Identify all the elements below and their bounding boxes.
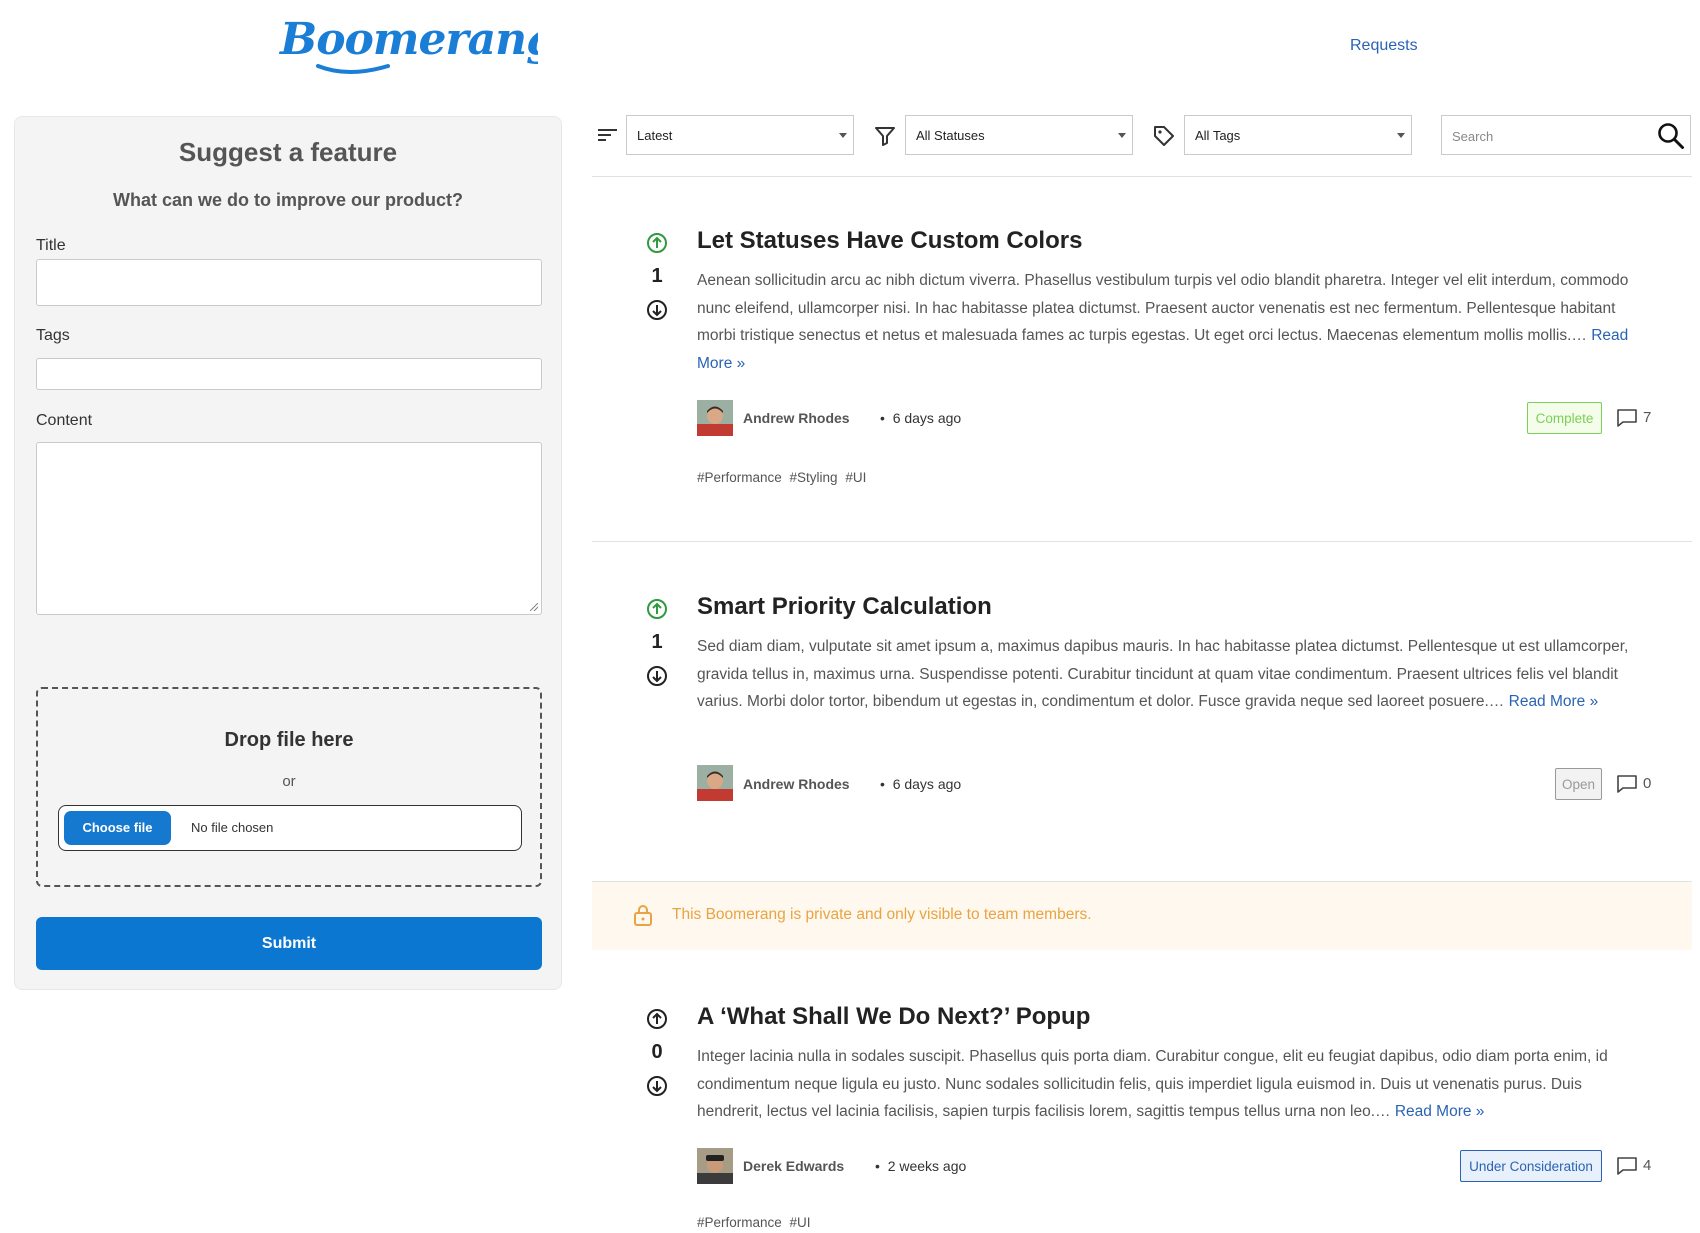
svg-text:Boomerang: Boomerang (278, 14, 538, 65)
downvote-icon[interactable] (646, 1075, 668, 1097)
post-time: • 6 days ago (880, 410, 961, 426)
post-title[interactable]: A ‘What Shall We Do Next?’ Popup (697, 1003, 1090, 1031)
avatar (697, 765, 733, 801)
tags-select[interactable]: All Tags (1184, 115, 1412, 155)
comment-count: 7 (1643, 409, 1652, 426)
comment-icon[interactable] (1616, 1156, 1638, 1176)
private-notice-text: This Boomerang is private and only visib… (672, 906, 1092, 923)
upvote-icon[interactable] (646, 598, 668, 620)
post-author[interactable]: Andrew Rhodes (743, 410, 850, 426)
read-more-link[interactable]: Read More » (1395, 1103, 1485, 1120)
search-placeholder: Search (1452, 129, 1494, 144)
comment-icon[interactable] (1616, 774, 1638, 794)
downvote-icon[interactable] (646, 299, 668, 321)
tags-input[interactable] (36, 358, 542, 390)
title-label: Title (36, 237, 66, 254)
bullet-separator: • (880, 410, 885, 426)
vote-count: 1 (651, 265, 663, 287)
post-excerpt: Aenean sollicitudin arcu ac nibh dictum … (697, 272, 1629, 344)
resize-handle-icon[interactable] (530, 603, 538, 611)
choose-file-button[interactable]: Choose file (64, 811, 171, 845)
tag-icon (1154, 126, 1174, 146)
upvote-icon[interactable] (646, 232, 668, 254)
divider (592, 176, 1692, 177)
filter-icon (875, 127, 895, 146)
status-select[interactable]: All Statuses (905, 115, 1133, 155)
comment-count: 0 (1643, 775, 1652, 792)
file-dropzone[interactable]: Drop file here or Choose file No file ch… (36, 687, 542, 887)
divider (592, 541, 1692, 542)
drop-or-label: or (282, 773, 296, 790)
post-author[interactable]: Derek Edwards (743, 1158, 844, 1174)
read-more-link[interactable]: Read More » (1509, 693, 1599, 710)
post-tags[interactable]: #Performance #UI (697, 1215, 811, 1230)
vote-count: 0 (651, 1041, 663, 1063)
post-excerpt: Sed diam diam, vulputate sit amet ipsum … (697, 638, 1629, 710)
post-time: • 6 days ago (880, 776, 961, 792)
downvote-icon[interactable] (646, 665, 668, 687)
post-time-text: 6 days ago (892, 410, 962, 426)
post-title[interactable]: Let Statuses Have Custom Colors (697, 227, 1082, 255)
post-time: • 2 weeks ago (875, 1158, 966, 1174)
tags-label: Tags (36, 327, 70, 344)
chevron-down-icon (1118, 133, 1126, 138)
vote-widget: 0 (642, 1008, 672, 1097)
sort-value: Latest (637, 128, 673, 143)
post-title[interactable]: Smart Priority Calculation (697, 593, 992, 621)
vote-count: 1 (651, 631, 663, 653)
post-body: Sed diam diam, vulputate sit amet ipsum … (697, 633, 1647, 716)
nav-requests-link[interactable]: Requests (1350, 37, 1418, 55)
vote-widget: 1 (642, 232, 672, 321)
post-body: Integer lacinia nulla in sodales suscipi… (697, 1043, 1647, 1126)
chevron-down-icon (839, 133, 847, 138)
sort-select[interactable]: Latest (626, 115, 854, 155)
vote-widget: 1 (642, 598, 672, 687)
status-badge[interactable]: Under Consideration (1460, 1150, 1602, 1182)
status-value: All Statuses (916, 128, 985, 143)
bullet-separator: • (875, 1158, 880, 1174)
sort-icon (598, 129, 617, 141)
suggest-subtitle: What can we do to improve our product? (112, 190, 463, 210)
suggest-feature-panel: Suggest a feature What can we do to impr… (14, 116, 562, 990)
boomerang-logo[interactable]: Boomerang (278, 8, 538, 78)
content-textarea[interactable] (36, 442, 542, 615)
file-status: No file chosen (191, 820, 274, 835)
lock-icon (634, 905, 652, 926)
post-time-text: 6 days ago (892, 776, 962, 792)
search-input[interactable]: Search (1441, 115, 1691, 155)
comment-icon[interactable] (1616, 408, 1638, 428)
avatar (697, 400, 733, 436)
chevron-down-icon (1397, 133, 1405, 138)
status-badge[interactable]: Complete (1527, 402, 1602, 434)
post-body: Aenean sollicitudin arcu ac nibh dictum … (697, 267, 1647, 377)
file-input[interactable]: Choose file No file chosen (58, 805, 522, 851)
suggest-title: Suggest a feature (178, 137, 398, 167)
search-icon[interactable] (1656, 121, 1686, 151)
drop-title: Drop file here (224, 729, 354, 751)
comment-count: 4 (1643, 1157, 1652, 1174)
upvote-icon[interactable] (646, 1008, 668, 1030)
title-input[interactable] (36, 259, 542, 306)
content-label: Content (36, 412, 93, 429)
tags-value: All Tags (1195, 128, 1241, 143)
private-notice: This Boomerang is private and only visib… (592, 882, 1692, 950)
post-author[interactable]: Andrew Rhodes (743, 776, 850, 792)
post-time-text: 2 weeks ago (887, 1158, 967, 1174)
post-tags[interactable]: #Performance #Styling #UI (697, 470, 866, 485)
status-badge[interactable]: Open (1555, 768, 1602, 800)
submit-button[interactable]: Submit (36, 917, 542, 970)
bullet-separator: • (880, 776, 885, 792)
avatar (697, 1148, 733, 1184)
